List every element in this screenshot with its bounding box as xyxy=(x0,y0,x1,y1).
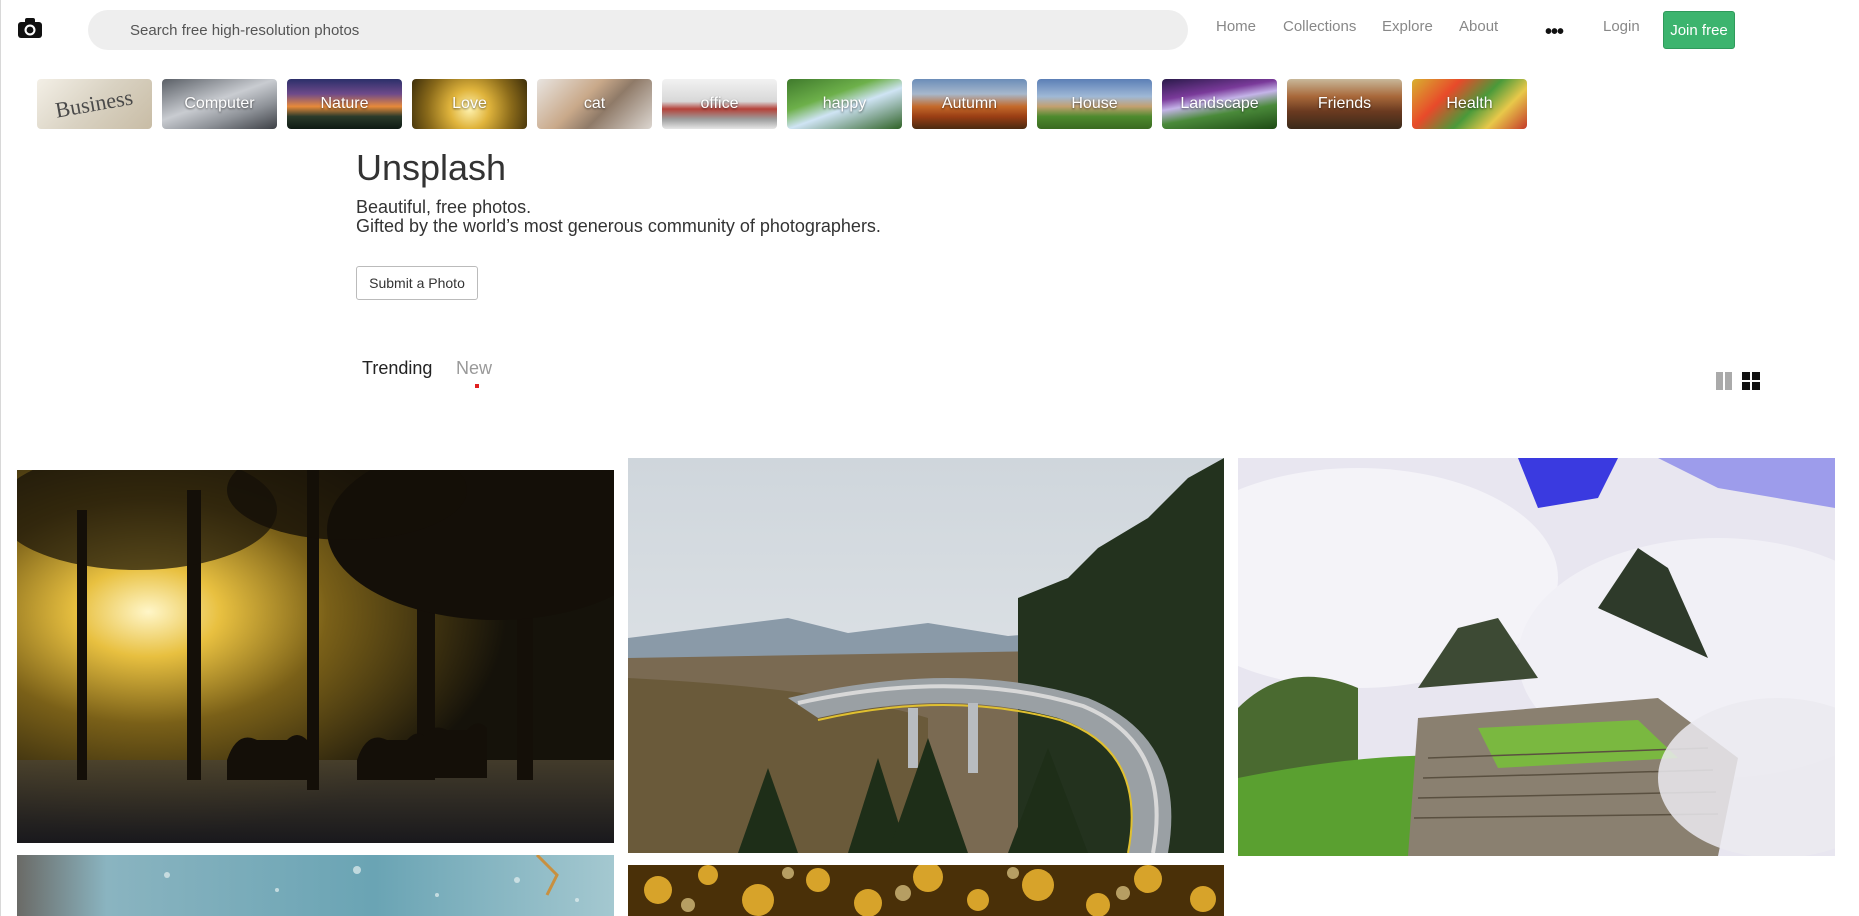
category-label: happy xyxy=(822,95,867,112)
category-label: House xyxy=(1071,95,1118,112)
photo-image xyxy=(17,470,614,843)
category-autumn[interactable]: Autumn xyxy=(912,79,1027,129)
photo-golden-bokeh[interactable] xyxy=(628,865,1224,916)
category-nature[interactable]: Nature xyxy=(287,79,402,129)
photo-image xyxy=(17,855,614,916)
category-landscape[interactable]: Landscape xyxy=(1162,79,1277,129)
grid-view-icon[interactable] xyxy=(1741,371,1760,391)
photo-blue-texture[interactable] xyxy=(17,855,614,916)
top-bar: Home Collections Explore About ••• Login… xyxy=(1,0,1859,58)
photo-mountain-viaduct[interactable] xyxy=(628,458,1224,853)
category-label: Autumn xyxy=(941,95,998,112)
photo-forest-horses[interactable] xyxy=(17,470,614,843)
search-input[interactable] xyxy=(130,21,1188,39)
category-cat[interactable]: cat xyxy=(537,79,652,129)
category-label: Nature xyxy=(320,95,369,112)
category-label: Love xyxy=(452,95,487,112)
hero-description: Gifted by the world’s most generous comm… xyxy=(356,216,881,236)
join-free-button[interactable]: Join free xyxy=(1663,11,1735,49)
category-computer[interactable]: Computer xyxy=(162,79,277,129)
photo-image xyxy=(1238,458,1835,856)
search-bar[interactable] xyxy=(88,10,1188,50)
single-column-view-icon[interactable] xyxy=(1715,371,1733,391)
category-office[interactable]: office xyxy=(662,79,777,129)
hero-subtitle: Beautiful, free photos. xyxy=(356,197,532,217)
category-love[interactable]: Love xyxy=(412,79,527,129)
new-indicator-dot xyxy=(475,384,479,388)
category-label: Health xyxy=(1446,95,1493,112)
view-toggle xyxy=(1715,371,1760,391)
category-label: Friends xyxy=(1317,95,1372,112)
camera-logo-icon[interactable] xyxy=(17,17,43,39)
photo-machu-picchu[interactable] xyxy=(1238,458,1835,856)
nav-explore-link[interactable]: Explore xyxy=(1382,18,1433,35)
photo-image xyxy=(628,458,1224,853)
more-menu-icon[interactable]: ••• xyxy=(1545,21,1564,44)
category-health[interactable]: Health xyxy=(1412,79,1527,129)
category-label: Landscape xyxy=(1180,95,1259,112)
photo-image xyxy=(628,865,1224,916)
nav-home-link[interactable]: Home xyxy=(1216,18,1256,35)
category-label: office xyxy=(700,95,739,112)
submit-photo-button[interactable]: Submit a Photo xyxy=(356,266,478,300)
category-label: Computer xyxy=(184,95,255,112)
category-friends[interactable]: Friends xyxy=(1287,79,1402,129)
category-label: Business xyxy=(53,84,136,123)
tab-new[interactable]: New xyxy=(456,358,492,379)
nav-about-link[interactable]: About xyxy=(1459,18,1498,35)
page-title: Unsplash xyxy=(356,147,507,188)
tab-trending[interactable]: Trending xyxy=(362,358,432,379)
category-label: cat xyxy=(583,95,606,112)
category-house[interactable]: House xyxy=(1037,79,1152,129)
category-happy[interactable]: happy xyxy=(787,79,902,129)
category-business[interactable]: Business xyxy=(37,79,152,129)
login-link[interactable]: Login xyxy=(1603,18,1640,35)
nav-collections-link[interactable]: Collections xyxy=(1283,18,1356,35)
